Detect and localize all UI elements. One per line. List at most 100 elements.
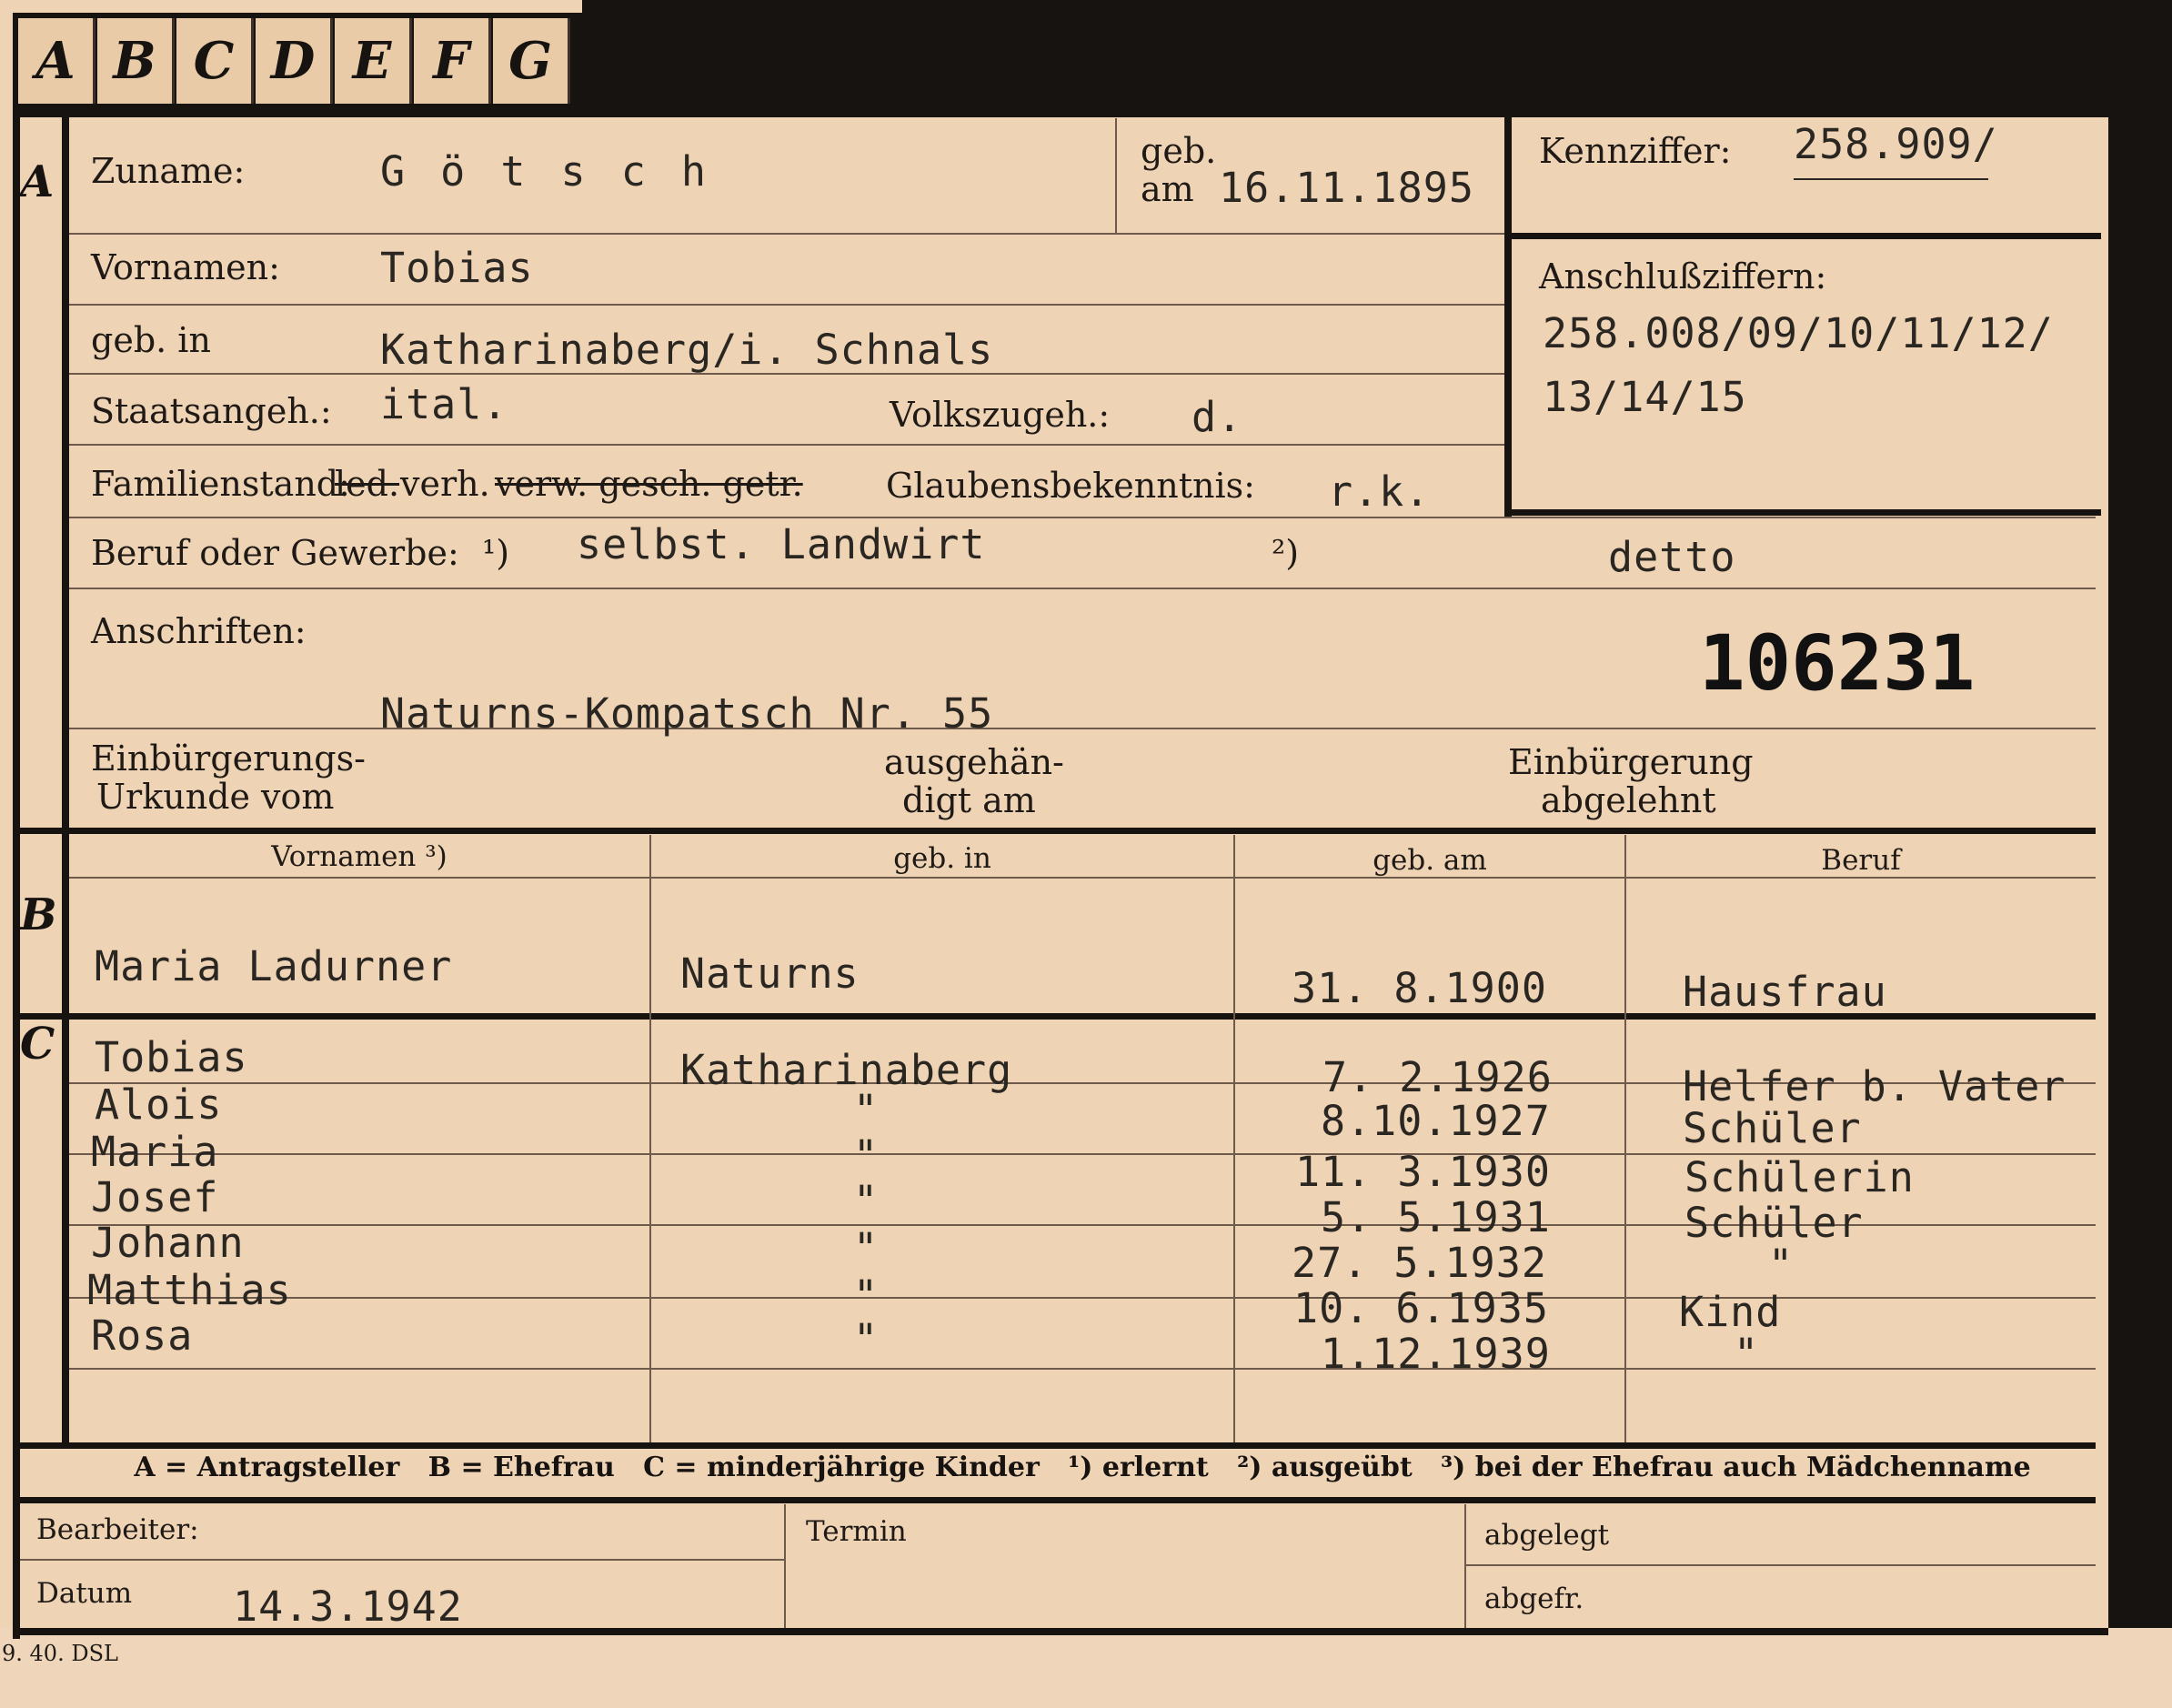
vornamen-label: Vornamen: — [91, 247, 280, 287]
beruf-label: Beruf oder Gewerbe: — [91, 533, 459, 573]
section-c-letter: C — [20, 1019, 55, 1070]
footer-row-line — [20, 1559, 784, 1561]
vornamen-value: Tobias — [380, 244, 534, 292]
familien-label: Familienstand: — [91, 464, 350, 504]
beruf-value2: detto — [1608, 533, 1736, 581]
row-line — [1504, 517, 2096, 518]
child-name: Alois — [95, 1080, 223, 1129]
child-birthplace: " — [853, 1086, 880, 1134]
staat-label: Staatsangeh.: — [91, 391, 332, 431]
child-birthplace: " — [853, 1315, 880, 1363]
child-row-line — [69, 1297, 2096, 1299]
child-name: Tobias — [95, 1033, 248, 1081]
bottom-strip — [0, 1628, 2172, 1708]
volks-label: Volkszugeh.: — [890, 395, 1111, 435]
surname-value: G ö t s c h — [380, 147, 712, 196]
fam-struck: verw. gesch. getr. — [495, 464, 803, 504]
kennziffer-box-divider — [1504, 233, 2101, 239]
row-line — [69, 588, 2096, 589]
stamp-number: 106231 — [1699, 618, 1976, 708]
fam-led: led. — [335, 464, 400, 504]
am-label: am — [1141, 169, 1194, 209]
table-header-gebam: geb. am — [1373, 844, 1487, 877]
kennziffer-label: Kennziffer: — [1539, 131, 1732, 171]
child-occupation: Schülerin — [1684, 1153, 1915, 1201]
row-line — [69, 233, 1504, 235]
anschluss-line2: 13/14/15 — [1543, 373, 1747, 421]
child-name: Matthias — [87, 1266, 292, 1314]
beruf-note1: ¹) — [482, 533, 510, 573]
top-dark-band — [582, 0, 2172, 111]
child-birthdate: 11. 3.1930 — [1295, 1148, 1551, 1196]
volks-value: d. — [1192, 393, 1243, 441]
child-birthdate: 1.12.1939 — [1321, 1330, 1551, 1378]
spouse-birthplace: Naturns — [680, 949, 860, 998]
anschluss-label: Anschlußziffern: — [1539, 256, 1827, 296]
bearbeiter-label: Bearbeiter: — [36, 1513, 199, 1546]
col-line-1 — [649, 835, 651, 1442]
child-row-line — [69, 1368, 2096, 1370]
child-birthdate: 5. 5.1931 — [1321, 1193, 1551, 1241]
row-line — [69, 728, 2096, 729]
ausg-label-2: digt am — [902, 780, 1036, 820]
abgefr-label: abgefr. — [1484, 1582, 1584, 1615]
datum-label: Datum — [36, 1577, 133, 1610]
abgel-label-2: abgelehnt — [1541, 780, 1716, 820]
footer-col-line-2 — [1464, 1504, 1466, 1628]
anschriften-label: Anschriften: — [91, 611, 307, 651]
footer-col-line-1 — [784, 1504, 786, 1628]
child-birthdate: 8.10.1927 — [1321, 1097, 1551, 1145]
kennziffer-value: 258.909/ — [1794, 120, 1998, 168]
tab-a[interactable]: A — [18, 18, 96, 104]
geb-label: geb. — [1141, 131, 1217, 171]
birth-date-value: 16.11.1895 — [1219, 164, 1474, 212]
child-birthplace: " — [853, 1271, 880, 1320]
child-name: Josef — [91, 1173, 219, 1221]
child-birthplace: " — [853, 1177, 880, 1225]
print-code: 9. 40. DSL — [2, 1641, 118, 1666]
table-header-gebin: geb. in — [893, 842, 991, 875]
tab-b[interactable]: B — [97, 18, 175, 104]
tab-g[interactable]: G — [493, 18, 570, 104]
table-header-beruf: Beruf — [1821, 844, 1901, 877]
einb-label-1: Einbürgerungs- — [91, 738, 366, 779]
child-occupation: Schüler — [1683, 1104, 1862, 1152]
spouse-birthdate: 31. 8.1900 — [1292, 964, 1547, 1012]
tab-c[interactable]: C — [176, 18, 254, 104]
child-occupation: " — [1734, 1330, 1760, 1378]
row-line — [69, 444, 1504, 446]
card-top-border — [13, 111, 2108, 117]
beruf-value1: selbst. Landwirt — [577, 520, 986, 568]
surname-label: Zuname: — [91, 151, 246, 191]
header-row-line — [69, 877, 2096, 879]
legend-text: A = Antragsteller B = Ehefrau C = minder… — [134, 1452, 2031, 1483]
child-birthplace: " — [853, 1131, 880, 1180]
abgelegt-label: abgelegt — [1484, 1519, 1610, 1552]
gebin-value: Katharinaberg/i. Schnals — [380, 326, 994, 374]
tab-d[interactable]: D — [256, 18, 333, 104]
glaube-value: r.k. — [1328, 467, 1431, 516]
col-line-3 — [1624, 835, 1626, 1442]
child-birthdate: 7. 2.1926 — [1322, 1053, 1553, 1101]
child-occupation: " — [1768, 1241, 1795, 1289]
tab-e[interactable]: E — [335, 18, 412, 104]
geb-column-line — [1115, 118, 1117, 233]
table-bottom-divider — [13, 1442, 2096, 1449]
row-line — [69, 304, 1504, 306]
tab-f[interactable]: F — [414, 18, 491, 104]
child-birthdate: 27. 5.1932 — [1292, 1239, 1547, 1287]
footer-row-line — [1466, 1564, 2096, 1566]
fam-verh: verh. — [400, 464, 490, 504]
card-left-border — [13, 111, 20, 1639]
abgel-label-1: Einbürgerung — [1508, 742, 1754, 782]
spouse-occupation: Hausfrau — [1683, 968, 1887, 1016]
spouse-name: Maria Ladurner — [95, 942, 453, 990]
kennziffer-box-bottom — [1504, 509, 2101, 516]
section-column-line — [62, 116, 69, 1444]
section-a-letter: A — [20, 156, 55, 207]
section-ab-divider — [13, 828, 2096, 834]
datum-value: 14.3.1942 — [233, 1582, 463, 1631]
child-name: Johann — [91, 1219, 245, 1267]
ausg-label-1: ausgehän- — [884, 742, 1064, 782]
child-name: Rosa — [91, 1311, 194, 1360]
